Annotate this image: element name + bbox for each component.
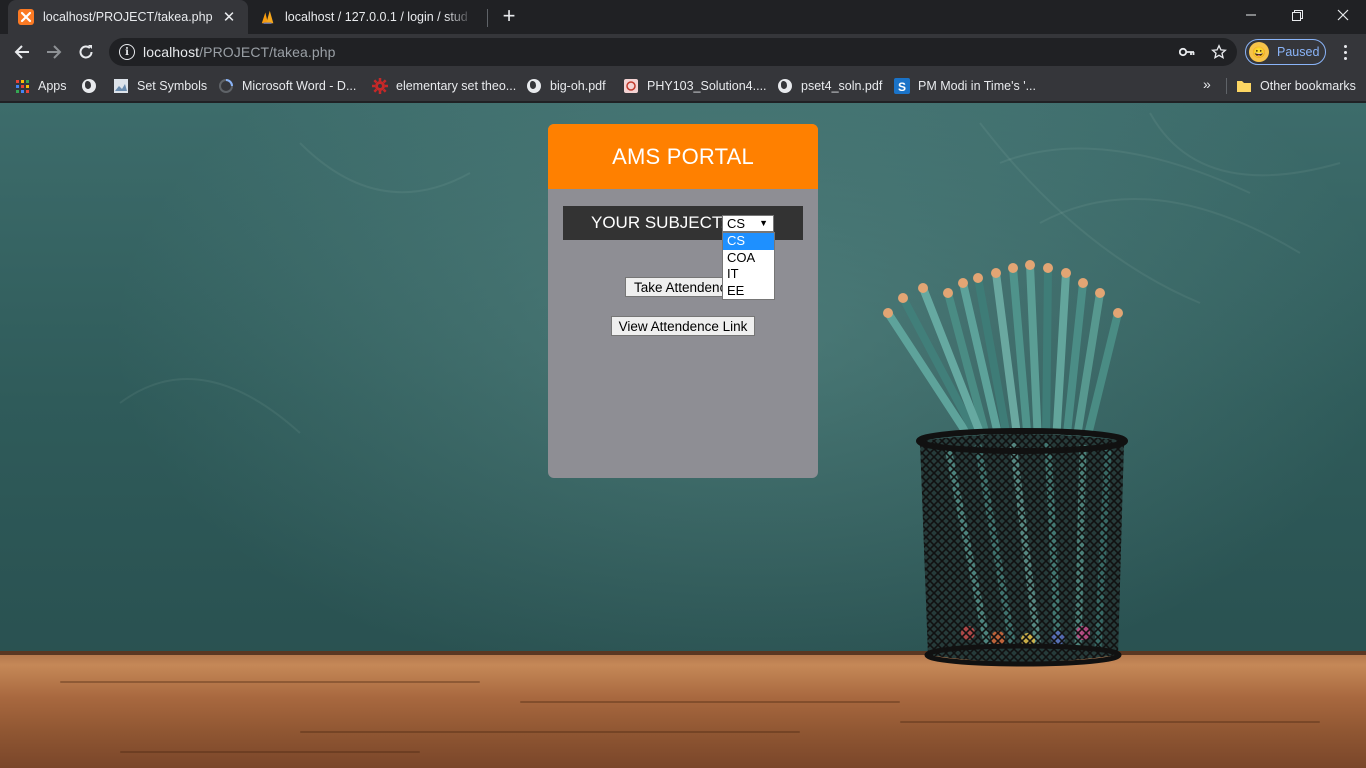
page-thumbnail-icon: [113, 78, 129, 94]
url-text: localhost/PROJECT/takea.php: [143, 44, 336, 60]
page-background: AMS PORTAL YOUR SUBJECT: CS ▼ CS COA IT …: [0, 103, 1366, 768]
tab-strip: localhost/PROJECT/takea.php ✕ localhost …: [0, 0, 1366, 34]
close-tab-icon[interactable]: ✕: [220, 8, 238, 26]
bookmark-separator: [1226, 78, 1227, 94]
back-arrow-icon[interactable]: [8, 38, 36, 66]
key-icon[interactable]: [1175, 38, 1199, 66]
portal-header: AMS PORTAL: [548, 124, 818, 189]
tab-title: localhost / 127.0.0.1 / login / stud: [285, 10, 468, 24]
subject-label: YOUR SUBJECT:: [591, 213, 726, 232]
bookmarks-bar: Apps Set Symbols Microsoft Word - D... e…: [0, 70, 1366, 102]
ams-portal-card: AMS PORTAL YOUR SUBJECT: CS ▼ CS COA IT …: [548, 124, 818, 478]
globe-icon: [526, 78, 542, 94]
phpmyadmin-icon: [260, 9, 276, 25]
bookmark-apps[interactable]: Apps: [14, 76, 67, 96]
apps-grid-icon: [14, 78, 30, 94]
bookmark-phy103[interactable]: PHY103_Solution4....: [623, 76, 767, 96]
kebab-menu-icon[interactable]: [1336, 38, 1354, 66]
subject-option-ee[interactable]: EE: [723, 283, 774, 300]
subject-dropdown-list: CS COA IT EE: [722, 232, 775, 300]
bookmark-big-oh[interactable]: big-oh.pdf: [526, 76, 606, 96]
dropdown-arrow-icon: ▼: [759, 218, 768, 228]
close-window-icon[interactable]: [1320, 0, 1366, 30]
folder-icon: [1236, 78, 1252, 94]
globe-icon: [777, 78, 793, 94]
subject-option-it[interactable]: IT: [723, 266, 774, 283]
wooden-desk: [0, 651, 1366, 768]
profile-button[interactable]: 😀 Paused: [1245, 39, 1326, 65]
other-bookmarks[interactable]: Other bookmarks: [1236, 76, 1356, 96]
star-icon[interactable]: [1207, 38, 1231, 66]
s-logo-icon: S: [894, 78, 910, 94]
minimize-icon[interactable]: [1228, 0, 1274, 30]
xampp-icon: [18, 9, 34, 25]
profile-status: Paused: [1277, 45, 1320, 59]
red-gear-icon: [372, 78, 388, 94]
info-icon[interactable]: i: [119, 44, 135, 60]
portal-title: AMS PORTAL: [612, 143, 754, 169]
loading-circle-icon: [218, 78, 234, 94]
browser-toolbar: i localhost/PROJECT/takea.php 😀 Paused: [0, 34, 1366, 70]
subject-select[interactable]: CS ▼: [722, 215, 774, 232]
reload-icon[interactable]: [72, 38, 100, 66]
address-bar[interactable]: i localhost/PROJECT/takea.php: [109, 38, 1237, 66]
restore-icon[interactable]: [1274, 0, 1320, 30]
take-attendence-button[interactable]: Take Attendence: [625, 277, 735, 297]
pdf-icon: [623, 78, 639, 94]
view-attendence-link-button[interactable]: View Attendence Link: [611, 316, 755, 336]
tab-title: localhost/PROJECT/takea.php: [43, 10, 213, 24]
subject-option-coa[interactable]: COA: [723, 250, 774, 267]
pencil-cup-image: [883, 260, 1128, 667]
bookmark-pm-modi[interactable]: S PM Modi in Time's '...: [894, 76, 1036, 96]
tab-separator: [487, 9, 488, 27]
bookmark-set-symbols[interactable]: Set Symbols: [113, 76, 207, 96]
forward-arrow-icon[interactable]: [40, 38, 68, 66]
more-bookmarks-chevron-icon[interactable]: »: [1203, 76, 1211, 92]
bookmark-microsoft-word[interactable]: Microsoft Word - D...: [218, 76, 356, 96]
bookmark-set-theory[interactable]: elementary set theo...: [372, 76, 516, 96]
new-tab-button[interactable]: +: [498, 5, 520, 28]
tab-phpmyadmin[interactable]: localhost / 127.0.0.1 / login / stud: [250, 0, 484, 34]
globe-icon: [81, 78, 97, 94]
avatar-icon: 😀: [1249, 42, 1269, 62]
svg-text:S: S: [898, 80, 906, 94]
bookmark-globe[interactable]: [81, 76, 105, 96]
tab-takea[interactable]: localhost/PROJECT/takea.php ✕: [8, 0, 248, 34]
subject-option-cs[interactable]: CS: [723, 233, 774, 250]
bookmark-pset4[interactable]: pset4_soln.pdf: [777, 76, 882, 96]
